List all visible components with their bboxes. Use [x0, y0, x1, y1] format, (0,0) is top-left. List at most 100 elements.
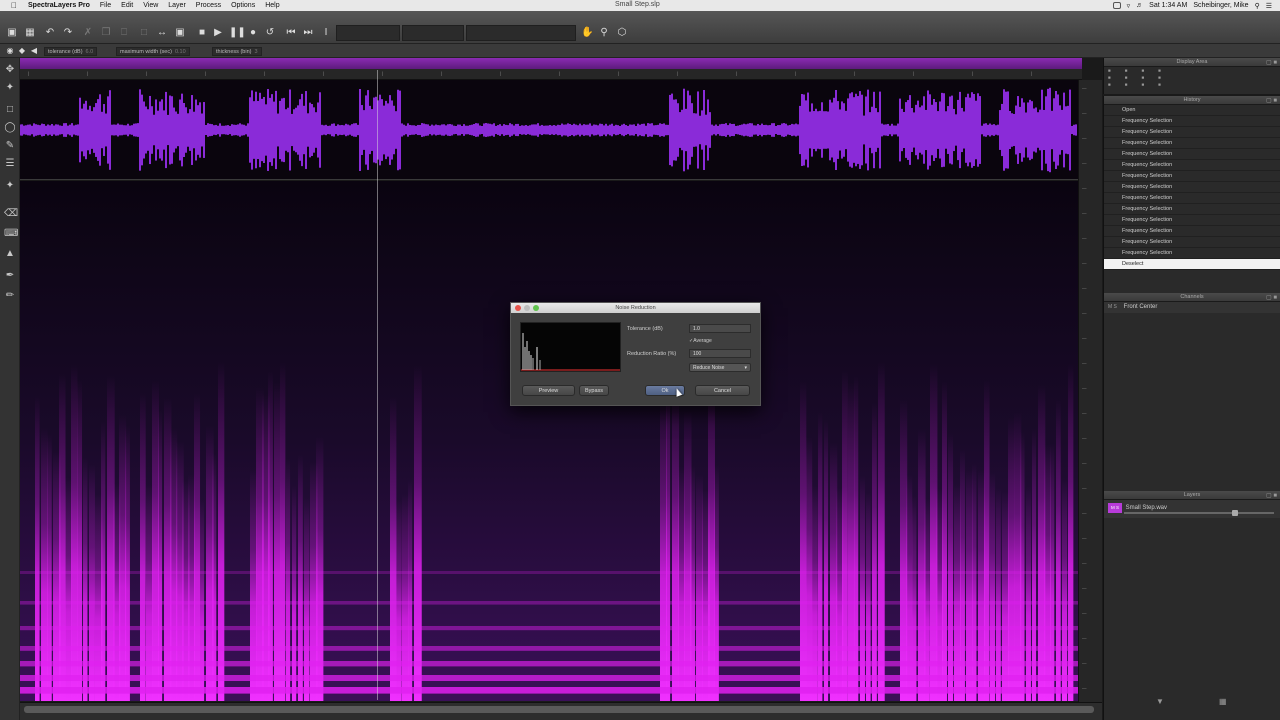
eraser-icon[interactable]: ⌫ [4, 208, 18, 220]
history-item[interactable]: Frequency Selection [1104, 193, 1280, 204]
menu-view[interactable]: View [143, 2, 158, 9]
new-icon[interactable]: ▣ [6, 27, 18, 39]
panel-menu-icon[interactable]: ▢ ■ [1266, 97, 1277, 106]
history-item[interactable]: Frequency Selection [1104, 160, 1280, 171]
brush-select-icon[interactable]: ✎ [4, 140, 16, 152]
volume-icon[interactable]: ♬ [1136, 2, 1143, 9]
spotlight-icon[interactable]: ⚲ [1255, 2, 1260, 10]
cancel-button[interactable]: Cancel [695, 385, 750, 396]
magic-wand-icon[interactable]: ✦ [4, 180, 16, 192]
copy-icon[interactable]: ❐ [100, 27, 112, 39]
history-item[interactable]: Frequency Selection [1104, 237, 1280, 248]
cursor-marker-icon[interactable]: I [320, 27, 332, 39]
go-start-icon[interactable]: ⏮ [285, 27, 297, 39]
stamp-icon[interactable]: ▲ [4, 248, 16, 260]
selection-display[interactable] [402, 25, 464, 41]
paste-icon[interactable]: ⎕ [118, 27, 130, 39]
cast-tool-icon[interactable]: ✦ [4, 82, 16, 94]
redo-icon[interactable]: ↷ [62, 27, 74, 39]
fit-icon[interactable]: ↔ [156, 27, 168, 39]
delete-layer-icon[interactable]: ▦ [1219, 697, 1227, 706]
history-item[interactable]: Frequency Selection [1104, 138, 1280, 149]
menu-file[interactable]: File [100, 2, 111, 9]
preview-button[interactable]: Preview [522, 385, 575, 396]
3d-view-icon[interactable]: ⬡ [616, 27, 628, 39]
apple-icon[interactable]:  [8, 1, 20, 10]
add-layer-icon[interactable]: ▼ [1156, 697, 1164, 706]
history-item[interactable]: Frequency Selection [1104, 149, 1280, 160]
notification-icon[interactable]: ☰ [1266, 2, 1272, 10]
history-item[interactable]: Open [1104, 105, 1280, 116]
battery-icon[interactable] [1112, 2, 1121, 9]
thickness-value[interactable]: 3 [254, 49, 257, 55]
play-icon[interactable]: ▶ [212, 27, 224, 39]
tool-preset-icon[interactable]: ◉ [4, 45, 16, 57]
crop-icon[interactable]: □ [138, 27, 150, 39]
horizontal-scrollbar[interactable] [20, 702, 1102, 720]
menu-process[interactable]: Process [196, 2, 221, 9]
history-item[interactable]: Frequency Selection [1104, 171, 1280, 182]
menu-options[interactable]: Options [231, 2, 255, 9]
history-item[interactable]: Frequency Selection [1104, 127, 1280, 138]
pencil-icon[interactable]: ✏ [4, 290, 16, 302]
frequency-select-icon[interactable]: ☰ [4, 158, 16, 170]
history-item[interactable]: Frequency Selection [1104, 116, 1280, 127]
panel-menu-icon[interactable]: ▢ ■ [1266, 59, 1277, 68]
tool-mode-icon[interactable]: ◆ [16, 45, 28, 57]
dialog-titlebar[interactable]: Noise Reduction [511, 303, 760, 313]
hand-icon[interactable]: ✋ [581, 27, 593, 39]
history-item[interactable]: Frequency Selection [1104, 226, 1280, 237]
undo-icon[interactable]: ↶ [44, 27, 56, 39]
thickness-option[interactable]: thickness (bin) 3 [212, 47, 262, 56]
clock[interactable]: Sat 1:34 AM [1149, 2, 1187, 9]
tolerance-value[interactable]: 6.0 [86, 49, 94, 55]
tolerance-option[interactable]: tolerance (dB) 6.0 [44, 47, 98, 56]
history-item[interactable]: Frequency Selection [1104, 248, 1280, 259]
waveform-view[interactable] [20, 80, 1078, 180]
layer-volume-slider[interactable] [1124, 512, 1274, 514]
history-item[interactable]: Frequency Selection [1104, 204, 1280, 215]
loop-icon[interactable]: ↺ [264, 27, 276, 39]
lasso-select-icon[interactable]: ◯ [4, 122, 16, 134]
tool-back-icon[interactable]: ◀ [28, 45, 40, 57]
time-ruler[interactable]: | | | | | | | | | | | | | | | | | | [20, 58, 1082, 80]
zoom-icon[interactable] [533, 305, 539, 311]
pause-icon[interactable]: ❚❚ [229, 27, 246, 39]
layer-row[interactable]: M S Small Step.wav [1104, 500, 1280, 518]
cut-icon[interactable]: ✗ [82, 27, 94, 39]
layer-volume-knob[interactable] [1232, 510, 1238, 516]
panel-menu-icon[interactable]: ▢ ■ [1266, 294, 1277, 303]
menu-help[interactable]: Help [265, 2, 279, 9]
close-icon[interactable] [515, 305, 521, 311]
history-item[interactable]: Deselect [1104, 259, 1280, 270]
user-name[interactable]: Scheibinger, Mike [1193, 2, 1248, 9]
spectrogram-view[interactable] [20, 181, 1078, 701]
zoom-selection-icon[interactable]: ▣ [174, 27, 186, 39]
channel-row[interactable]: M S Front Center [1104, 302, 1280, 313]
record-icon[interactable]: ● [247, 27, 259, 39]
playhead[interactable] [377, 70, 378, 700]
noise-profile-graph[interactable] [520, 322, 621, 372]
rectangle-select-icon[interactable]: □ [4, 104, 16, 116]
clone-stamp-icon[interactable]: ⌨ [4, 228, 18, 240]
move-tool-icon[interactable]: ✥ [4, 64, 16, 76]
scrollbar-thumb[interactable] [24, 706, 1094, 713]
go-end-icon[interactable]: ⏭ [302, 27, 314, 39]
max-width-value[interactable]: 0.10 [175, 49, 186, 55]
minimize-icon[interactable] [524, 305, 530, 311]
bypass-button[interactable]: Bypass [579, 385, 609, 396]
app-menu[interactable]: SpectraLayers Pro [28, 2, 90, 9]
save-icon[interactable]: ▦ [24, 27, 36, 39]
history-item[interactable]: Frequency Selection [1104, 215, 1280, 226]
menu-edit[interactable]: Edit [121, 2, 133, 9]
mute-solo-toggle[interactable]: M S [1108, 302, 1122, 313]
menu-layer[interactable]: Layer [168, 2, 186, 9]
max-width-option[interactable]: maximum width (sec) 0.10 [116, 47, 190, 56]
mode-select[interactable]: Reduce Noise ▾ [689, 363, 751, 372]
stop-icon[interactable]: ■ [196, 27, 208, 39]
reduction-ratio-input[interactable]: 100 [689, 349, 751, 358]
pen-icon[interactable]: ✒ [4, 270, 16, 282]
tolerance-input[interactable]: 1.0 [689, 324, 751, 333]
zoom-icon[interactable]: ⚲ [598, 27, 610, 39]
layer-mute-solo-toggle[interactable]: M S [1108, 503, 1122, 513]
